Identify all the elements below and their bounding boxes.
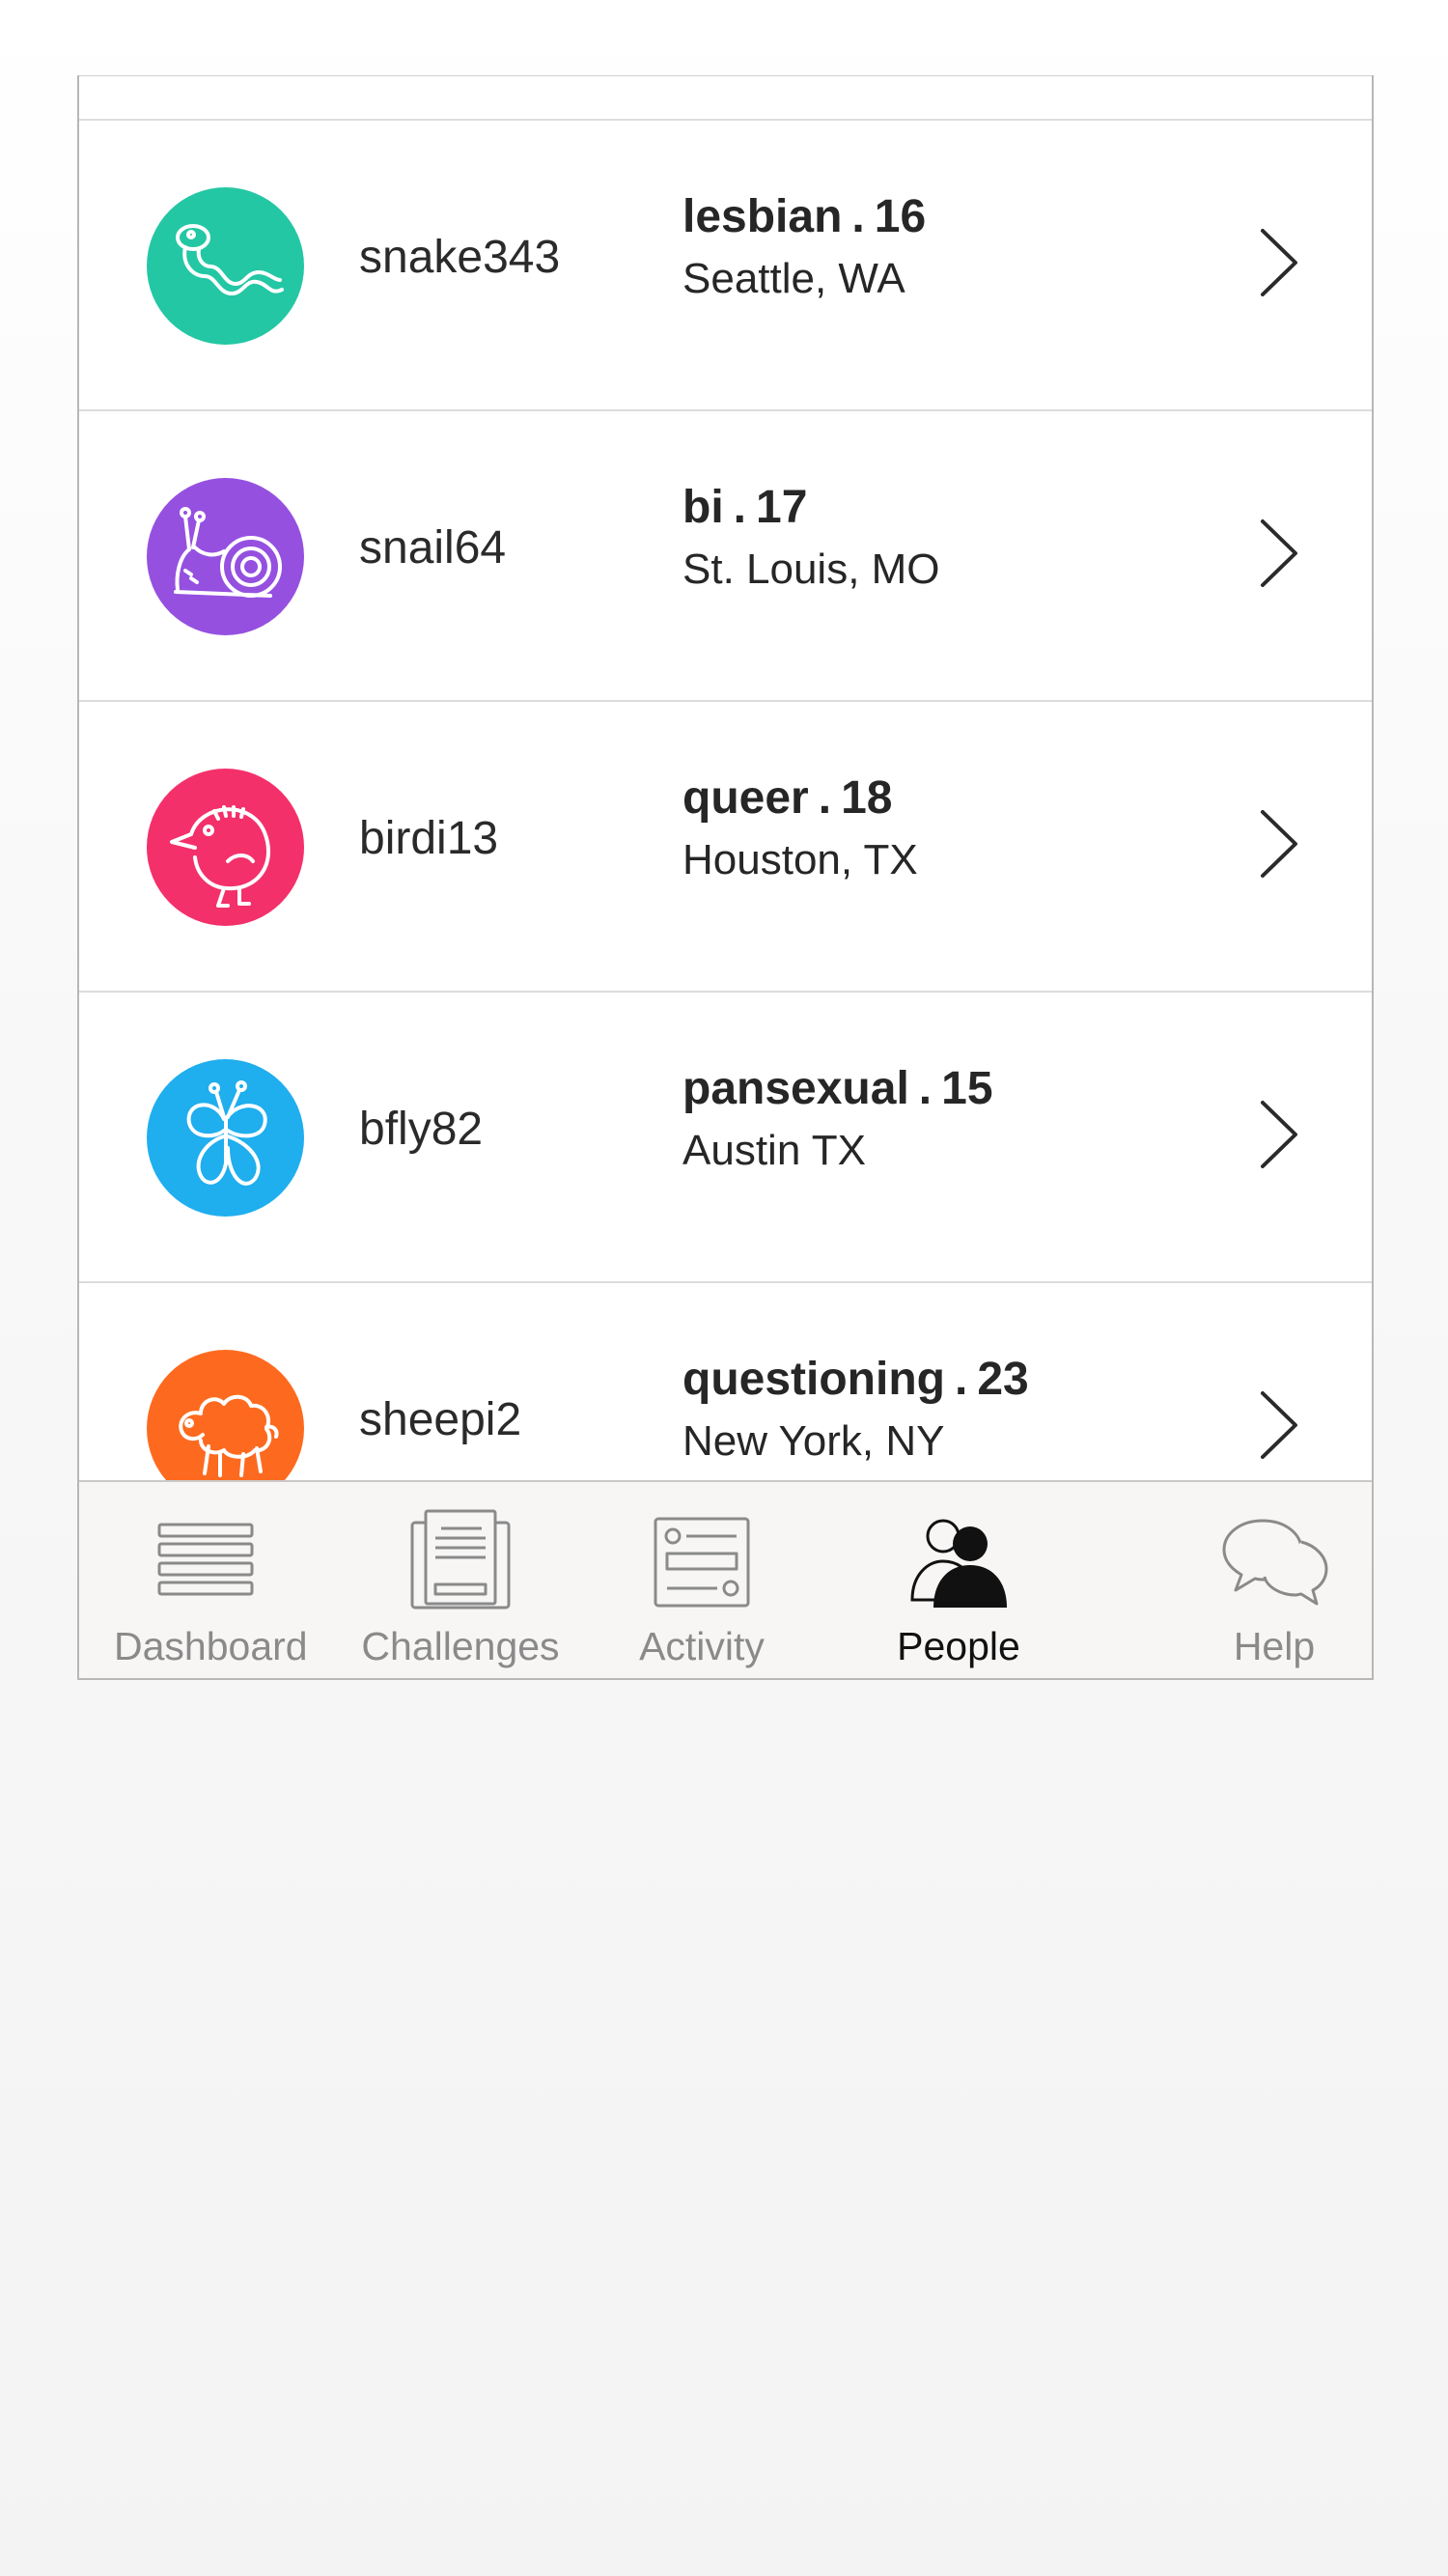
person-row-birdi13[interactable]: birdi13 queer. 18 Houston, TX: [79, 702, 1372, 993]
age: 23: [977, 1354, 1029, 1405]
person-row-bfly82[interactable]: bfly82 pansexual. 15 Austin TX: [79, 993, 1372, 1283]
avatar: [147, 187, 304, 345]
tab-activity[interactable]: Activity: [629, 1482, 774, 1678]
identity: questioning: [682, 1354, 945, 1405]
tab-label: Activity: [639, 1624, 765, 1668]
tab-dashboard[interactable]: Dashboard: [114, 1482, 308, 1678]
tab-bar: Dashboard Challenges Activity People Hel…: [79, 1480, 1372, 1678]
age: 16: [874, 191, 927, 242]
chevron-right-icon: [1257, 518, 1301, 589]
age: 17: [756, 482, 808, 533]
separator: .: [918, 1063, 933, 1114]
location: Austin TX: [682, 1127, 866, 1174]
identity: pansexual: [682, 1063, 909, 1114]
username: sheepi2: [359, 1394, 522, 1445]
tab-label: People: [897, 1624, 1020, 1668]
challenges-icon: [403, 1507, 518, 1613]
age: 18: [841, 772, 893, 824]
help-icon: [1216, 1507, 1332, 1613]
dashboard-icon: [148, 1507, 264, 1613]
avatar: [147, 1059, 304, 1217]
tab-label: Challenges: [361, 1624, 560, 1668]
identity-age: pansexual. 15: [682, 1066, 993, 1112]
tab-label: Dashboard: [114, 1624, 308, 1668]
username: bfly82: [359, 1104, 484, 1155]
list-top-strip: [79, 76, 1372, 121]
tab-challenges[interactable]: Challenges: [359, 1482, 562, 1678]
identity: lesbian: [682, 191, 843, 242]
avatar: [147, 769, 304, 926]
separator: .: [733, 482, 746, 533]
username: birdi13: [359, 813, 499, 864]
identity-age: lesbian. 16: [682, 194, 926, 240]
chevron-right-icon: [1257, 1099, 1301, 1170]
chevron-right-icon: [1257, 1389, 1301, 1461]
location: Houston, TX: [682, 836, 918, 883]
tab-label: Help: [1233, 1624, 1316, 1668]
identity: bi: [682, 482, 724, 533]
separator: .: [954, 1354, 968, 1405]
person-row-sheepi2[interactable]: sheepi2 questioning. 23 New York, NY: [79, 1283, 1372, 1481]
butterfly-icon: [186, 1080, 267, 1186]
snake-icon: [176, 224, 284, 295]
chevron-right-icon: [1257, 808, 1301, 880]
separator: .: [851, 191, 865, 242]
avatar: [147, 1350, 304, 1481]
people-list: snake343 lesbian. 16 Seattle, WA snail64…: [79, 75, 1372, 1481]
separator: .: [818, 772, 832, 824]
tab-people[interactable]: People: [886, 1482, 1031, 1678]
avatar: [147, 478, 304, 635]
app-screen: snake343 lesbian. 16 Seattle, WA snail64…: [77, 75, 1374, 1680]
age: 15: [941, 1063, 993, 1114]
username: snail64: [359, 522, 507, 574]
location: New York, NY: [682, 1417, 945, 1465]
person-row-snail64[interactable]: snail64 bi. 17 St. Louis, MO: [79, 411, 1372, 702]
identity: queer: [682, 772, 809, 824]
snail-icon: [174, 507, 282, 598]
username: snake343: [359, 232, 561, 283]
activity-icon: [644, 1507, 760, 1613]
chevron-right-icon: [1257, 227, 1301, 298]
location: St. Louis, MO: [682, 546, 940, 593]
tab-help[interactable]: Help: [1216, 1482, 1332, 1678]
sheep-icon: [179, 1394, 279, 1477]
identity-age: questioning. 23: [682, 1357, 1029, 1403]
identity-age: bi. 17: [682, 485, 807, 531]
location: Seattle, WA: [682, 255, 905, 302]
person-row-snake343[interactable]: snake343 lesbian. 16 Seattle, WA: [79, 121, 1372, 411]
people-icon: [901, 1507, 1016, 1613]
identity-age: queer. 18: [682, 775, 892, 822]
bird-icon: [170, 805, 270, 908]
